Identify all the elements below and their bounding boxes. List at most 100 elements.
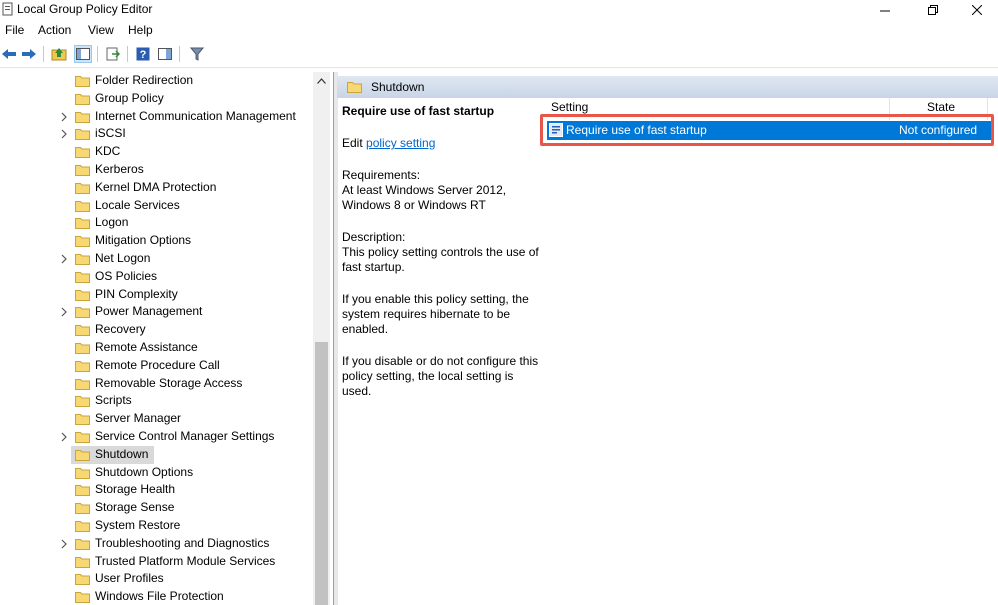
- edit-policy-link[interactable]: policy setting: [366, 136, 435, 150]
- menu-action[interactable]: Action: [38, 23, 71, 37]
- tree-item[interactable]: Service Control Manager Settings: [0, 428, 313, 446]
- tree-item[interactable]: Remote Assistance: [0, 339, 313, 357]
- description-text: This policy setting controls the use of …: [342, 245, 539, 274]
- tree-item[interactable]: Kernel DMA Protection: [0, 179, 313, 197]
- tree-item[interactable]: Locale Services: [0, 197, 313, 215]
- tree-item[interactable]: Kerberos: [0, 161, 313, 179]
- menu-file[interactable]: File: [5, 23, 24, 37]
- folder-icon: [75, 343, 90, 354]
- tree-item[interactable]: Windows File Protection: [0, 588, 313, 605]
- tree-item[interactable]: PIN Complexity: [0, 286, 313, 304]
- tree-item-label: Kerberos: [95, 162, 144, 176]
- chevron-right-icon[interactable]: [58, 306, 70, 318]
- folder-icon: [75, 467, 90, 479]
- up-folder-button[interactable]: [50, 45, 68, 63]
- folder-icon: [75, 556, 90, 568]
- folder-icon: [75, 93, 90, 105]
- tree-item[interactable]: Server Manager: [0, 410, 313, 428]
- folder-icon: [75, 200, 90, 212]
- pane-header-title: Shutdown: [371, 80, 425, 94]
- tree-item-label: OS Policies: [95, 268, 158, 283]
- description-label: Description:: [342, 230, 406, 244]
- tree-item-label: Removable Storage Access: [95, 375, 243, 390]
- folder-icon: [75, 396, 90, 408]
- folder-icon: [75, 414, 90, 426]
- details-pane: Shutdown Require use of fast startup Edi…: [337, 72, 998, 605]
- tree-item[interactable]: Storage Health: [0, 481, 313, 499]
- tree-item[interactable]: Shutdown Options: [0, 464, 313, 482]
- tree-item[interactable]: Internet Communication Management: [0, 108, 313, 126]
- tree-item-label: Windows File Protection: [95, 589, 224, 604]
- menu-view[interactable]: View: [88, 23, 114, 37]
- tree-item[interactable]: Mitigation Options: [0, 232, 313, 250]
- tree-item[interactable]: KDC: [0, 143, 313, 161]
- show-hide-tree-icon: [76, 48, 90, 60]
- policy-title: Require use of fast startup: [342, 104, 495, 118]
- chevron-right-icon[interactable]: [58, 111, 70, 123]
- folder-icon: [75, 521, 90, 532]
- show-hide-tree-button[interactable]: [74, 45, 92, 63]
- tree-item[interactable]: Net Logon: [0, 250, 313, 268]
- tree-item[interactable]: Removable Storage Access: [0, 375, 313, 393]
- properties-button[interactable]: [156, 45, 174, 63]
- minimize-icon: [880, 10, 890, 12]
- tree-item[interactable]: Folder Redirection: [0, 72, 313, 90]
- edit-line: Edit policy setting: [342, 136, 542, 151]
- back-button[interactable]: [0, 45, 18, 63]
- folder-icon: [75, 360, 90, 372]
- folder-icon: [75, 147, 90, 159]
- close-button[interactable]: [954, 0, 998, 20]
- folder-icon: [75, 325, 90, 337]
- window-title: Local Group Policy Editor: [17, 2, 153, 16]
- folder-icon: [75, 378, 90, 390]
- help-button[interactable]: ?: [134, 45, 152, 63]
- folder-icon: [75, 289, 90, 301]
- folder-icon: [75, 182, 90, 194]
- tree-item-label: Storage Sense: [95, 500, 175, 515]
- tree-item[interactable]: iSCSI: [0, 125, 313, 143]
- chevron-right-icon[interactable]: [58, 253, 70, 265]
- requirements-label: Requirements:: [342, 168, 421, 182]
- scroll-up-button[interactable]: [313, 72, 330, 89]
- chevron-right-icon[interactable]: [58, 128, 70, 140]
- tree-item[interactable]: Remote Procedure Call: [0, 357, 313, 375]
- disable-text: If you disable or do not configure this …: [342, 354, 539, 398]
- scroll-thumb[interactable]: [315, 342, 328, 605]
- folder-icon: [75, 574, 90, 586]
- tree-item-label: PIN Complexity: [95, 286, 178, 301]
- tree-item-label: User Profiles: [95, 571, 164, 586]
- tree-item[interactable]: OS Policies: [0, 268, 313, 286]
- folder-icon: [75, 432, 90, 443]
- tree-item[interactable]: Trusted Platform Module Services: [0, 553, 313, 571]
- tree-item[interactable]: Shutdown: [0, 445, 313, 464]
- tree-item[interactable]: System Restore: [0, 517, 313, 535]
- tree-item[interactable]: Troubleshooting and Diagnostics: [0, 535, 313, 553]
- chevron-right-icon[interactable]: [58, 538, 70, 550]
- tree-item-label: Shutdown: [95, 446, 149, 461]
- chevron-right-icon[interactable]: [58, 431, 70, 443]
- tree-scrollbar[interactable]: [313, 72, 330, 605]
- tree-item[interactable]: Recovery: [0, 321, 313, 339]
- forward-button[interactable]: [20, 45, 38, 63]
- tree-item-label: Kernel DMA Protection: [95, 179, 217, 194]
- tree-item[interactable]: Power Management: [0, 303, 313, 321]
- restore-button[interactable]: [910, 0, 956, 20]
- tree-item-label: Net Logon: [95, 251, 151, 265]
- folder-icon: [75, 485, 90, 497]
- tree-item[interactable]: Logon: [0, 214, 313, 232]
- chevron-up-icon: [317, 77, 326, 84]
- tree-item-label: Mitigation Options: [95, 233, 192, 248]
- group-policy-app-icon: [2, 2, 13, 16]
- tree-item[interactable]: User Profiles: [0, 570, 313, 588]
- export-list-button[interactable]: [104, 45, 122, 63]
- tree-item-label: iSCSI: [95, 126, 126, 141]
- tree-item[interactable]: Scripts: [0, 392, 313, 410]
- close-icon: [972, 5, 982, 15]
- tree-item-label: Trusted Platform Module Services: [95, 553, 276, 568]
- menu-help[interactable]: Help: [128, 23, 153, 37]
- up-folder-icon: [51, 48, 67, 61]
- minimize-button[interactable]: [862, 0, 908, 20]
- tree-item[interactable]: Group Policy: [0, 90, 313, 108]
- tree-item[interactable]: Storage Sense: [0, 499, 313, 517]
- filter-button[interactable]: [188, 45, 206, 63]
